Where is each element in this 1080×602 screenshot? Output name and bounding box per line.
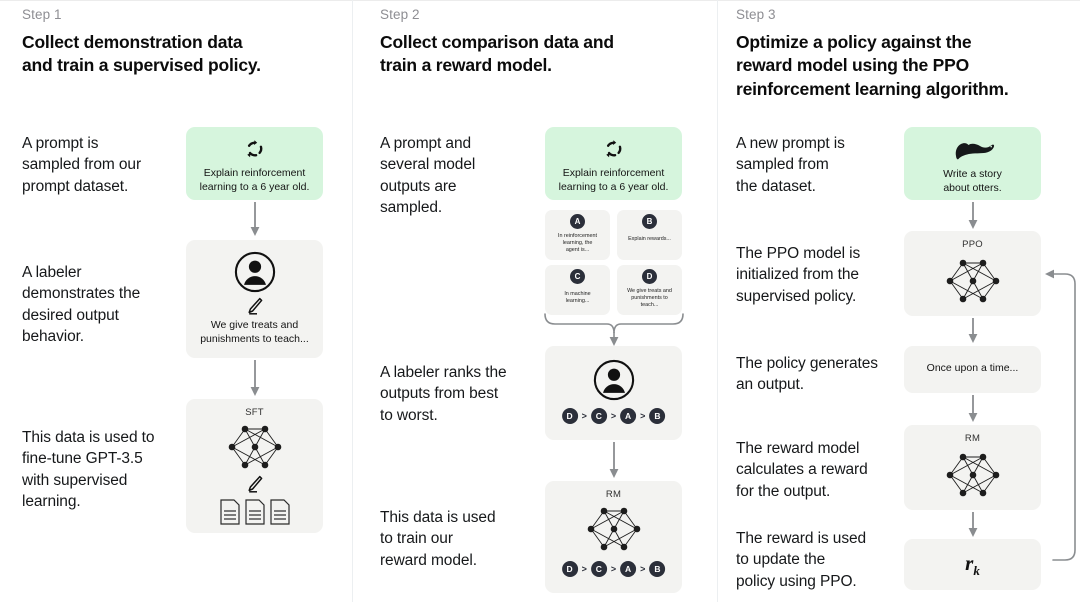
step-1-labeler-text: We give treats and punishments to teach.…: [200, 319, 309, 345]
rm-rank-badge-4: B: [649, 561, 666, 577]
step-2-ranking-row: D > C > A > B: [561, 408, 666, 424]
step-2-desc-3: This data is used to train our reward mo…: [380, 509, 496, 569]
output-text-a: In reinforcement learning, the agent is.…: [558, 233, 597, 254]
documents-icon: [219, 498, 291, 526]
neural-network-icon: [942, 449, 1004, 501]
step-3-title: Optimize a policy against the reward mod…: [736, 31, 1071, 101]
step-1-label: Step 1: [22, 7, 62, 22]
step-2-label: Step 2: [380, 7, 420, 22]
step-3-ppo-card[interactable]: PPO: [904, 231, 1041, 316]
output-text-c: In machine learning...: [564, 291, 591, 305]
step-3-desc-4: The reward model calculates a reward for…: [736, 440, 868, 500]
step-2-rm-card[interactable]: RM D > C > A > B: [545, 481, 682, 593]
feedback-loop-arrow-icon: [1035, 264, 1077, 569]
step-3-rm-title: RM: [964, 433, 981, 444]
step-2-column: Step 2 Collect comparison data and train…: [352, 0, 704, 602]
step-1-prompt-text: Explain reinforcement learning to a 6 ye…: [199, 167, 310, 193]
rm-rank-badge-3: A: [620, 561, 637, 577]
step-3-ppo-title: PPO: [962, 239, 983, 250]
step-2-title: Collect comparison data and train a rewa…: [380, 31, 700, 78]
refresh-cycle-icon: [603, 138, 625, 160]
step-3-output-card[interactable]: Once upon a time...: [904, 346, 1041, 393]
step-3-desc-1: A new prompt is sampled from the dataset…: [736, 135, 845, 195]
output-badge-c: C: [570, 269, 585, 284]
step-2-desc-1: A prompt and several model outputs are s…: [380, 135, 476, 217]
output-text-b: Explain rewards...: [628, 236, 671, 242]
pencil-icon: [247, 475, 263, 494]
step-2-output-card-d[interactable]: D We give treats and punishments to teac…: [617, 265, 682, 315]
step-2-output-card-a[interactable]: A In reinforcement learning, the agent i…: [545, 210, 610, 260]
step-3-rm-card[interactable]: RM: [904, 425, 1041, 510]
step-1-sft-title: SFT: [245, 407, 264, 418]
step-3-desc-3: The policy generates an output.: [736, 355, 878, 394]
step-3-title-line1: Optimize a policy against the: [736, 32, 972, 52]
step-1-sft-card[interactable]: SFT: [186, 399, 323, 533]
step-3-desc-5: The reward is used to update the policy …: [736, 530, 867, 590]
step-2-title-line1: Collect comparison data and: [380, 32, 614, 52]
step-2-title-line2: train a reward model.: [380, 55, 552, 76]
arrow-down-icon: [967, 318, 979, 344]
refresh-cycle-icon: [244, 138, 266, 160]
step-3-prompt-card[interactable]: Write a story about otters.: [904, 127, 1041, 200]
step-1-title-line2: and train a supervised policy.: [22, 55, 261, 76]
step-2-ranking-card[interactable]: D > C > A > B: [545, 346, 682, 440]
step-1-prompt-card[interactable]: Explain reinforcement learning to a 6 ye…: [186, 127, 323, 200]
step-1-desc-1: A prompt is sampled from our prompt data…: [22, 135, 142, 195]
step-3-output-text: Once upon a time...: [926, 362, 1019, 374]
arrow-down-icon: [249, 202, 261, 238]
otter-icon: [950, 139, 996, 161]
neural-network-icon: [224, 421, 286, 473]
rm-rank-badge-2: C: [590, 561, 607, 577]
rank-sep-2: >: [610, 411, 617, 421]
output-badge-d: D: [642, 269, 657, 284]
neural-network-icon: [942, 255, 1004, 307]
output-text-d: We give treats and punishments to teach.…: [627, 288, 672, 309]
rank-badge-3: A: [620, 408, 637, 424]
reward-subscript: k: [973, 563, 980, 579]
output-badge-b: B: [642, 214, 657, 229]
rank-sep-3: >: [640, 411, 646, 421]
rank-badge-1: D: [561, 408, 578, 424]
step-2-rm-ranking-row: D > C > A > B: [561, 561, 666, 577]
arrow-down-icon: [967, 202, 979, 230]
step-3-reward-value: rk: [904, 551, 1041, 579]
step-2-output-card-c[interactable]: C In machine learning...: [545, 265, 610, 315]
rank-badge-2: C: [590, 408, 607, 424]
step-2-prompt-text: Explain reinforcement learning to a 6 ye…: [558, 167, 669, 193]
step-1-desc-2: A labeler demonstrates the desired outpu…: [22, 264, 141, 346]
labeler-person-icon: [234, 251, 276, 293]
rm-rank-sep-3: >: [640, 564, 646, 574]
step-3-desc-2: The PPO model is initialized from the su…: [736, 245, 861, 305]
step-3-prompt-text: Write a story about otters.: [943, 168, 1002, 194]
rm-rank-sep-2: >: [610, 564, 617, 574]
pencil-icon: [247, 297, 263, 316]
step-3-title-line2: reward model using the PPO: [736, 55, 970, 76]
step-2-output-card-b[interactable]: B Explain rewards...: [617, 210, 682, 260]
step-3-column: Step 3 Optimize a policy against the rew…: [718, 0, 1070, 602]
rm-rank-badge-1: D: [561, 561, 578, 577]
step-3-title-line3: reinforcement learning algorithm.: [736, 78, 1009, 99]
labeler-person-icon: [593, 359, 635, 401]
step-3-reward-card[interactable]: rk: [904, 539, 1041, 590]
arrow-down-icon: [967, 395, 979, 423]
step-1-title: Collect demonstration data and train a s…: [22, 31, 332, 78]
step-3-label: Step 3: [736, 7, 776, 22]
step-1-column: Step 1 Collect demonstration data and tr…: [0, 0, 352, 602]
step-1-title-line1: Collect demonstration data: [22, 32, 243, 52]
arrow-down-icon: [608, 442, 620, 480]
step-1-labeler-card[interactable]: We give treats and punishments to teach.…: [186, 240, 323, 358]
rank-sep-1: >: [581, 411, 587, 421]
arrow-down-icon: [967, 512, 979, 538]
rlhf-diagram: Step 1 Collect demonstration data and tr…: [0, 0, 1080, 602]
arrow-down-icon: [249, 360, 261, 398]
curly-brace-icon: [542, 312, 686, 348]
step-2-desc-2: A labeler ranks the outputs from best to…: [380, 364, 507, 424]
step-2-rm-title: RM: [605, 489, 622, 500]
step-1-desc-3: This data is used to fine-tune GPT-3.5 w…: [22, 429, 155, 511]
rank-badge-4: B: [649, 408, 666, 424]
step-2-prompt-card[interactable]: Explain reinforcement learning to a 6 ye…: [545, 127, 682, 200]
output-badge-a: A: [570, 214, 585, 229]
neural-network-icon: [583, 503, 645, 555]
rm-rank-sep-1: >: [581, 564, 587, 574]
